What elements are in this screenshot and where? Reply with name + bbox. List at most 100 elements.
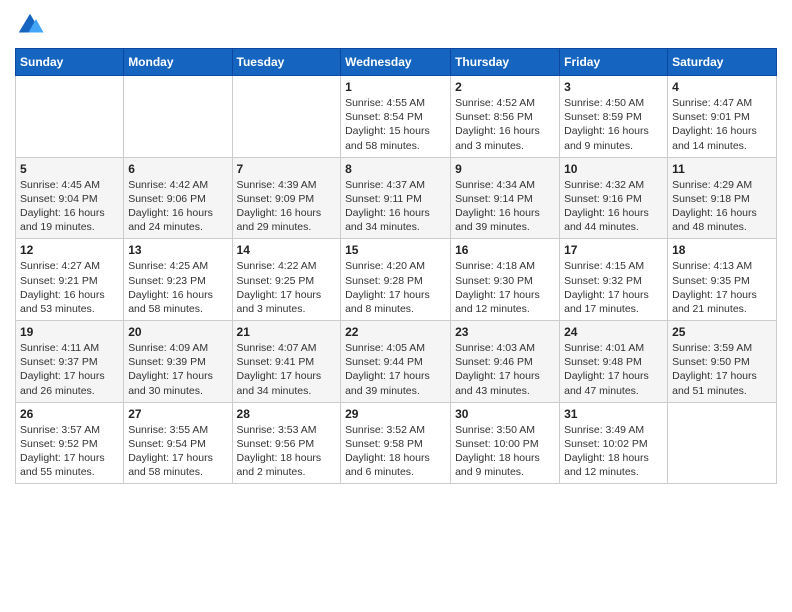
day-info: Sunrise: 3:55 AM Sunset: 9:54 PM Dayligh… bbox=[128, 423, 227, 480]
day-info: Sunrise: 4:27 AM Sunset: 9:21 PM Dayligh… bbox=[20, 259, 119, 316]
calendar-cell: 12 Sunrise: 4:27 AM Sunset: 9:21 PM Dayli… bbox=[16, 239, 124, 321]
weekday-header-sunday: Sunday bbox=[16, 49, 124, 76]
day-number: 28 bbox=[237, 407, 337, 421]
calendar-week-row: 12 Sunrise: 4:27 AM Sunset: 9:21 PM Dayli… bbox=[16, 239, 777, 321]
weekday-header-row: SundayMondayTuesdayWednesdayThursdayFrid… bbox=[16, 49, 777, 76]
day-number: 2 bbox=[455, 80, 555, 94]
day-number: 18 bbox=[672, 243, 772, 257]
calendar-cell: 2 Sunrise: 4:52 AM Sunset: 8:56 PM Daylig… bbox=[451, 76, 560, 158]
calendar-cell bbox=[16, 76, 124, 158]
calendar-cell: 25 Sunrise: 3:59 AM Sunset: 9:50 PM Dayli… bbox=[668, 321, 777, 403]
calendar-cell: 18 Sunrise: 4:13 AM Sunset: 9:35 PM Dayli… bbox=[668, 239, 777, 321]
weekday-header-thursday: Thursday bbox=[451, 49, 560, 76]
day-info: Sunrise: 3:49 AM Sunset: 10:02 PM Daylig… bbox=[564, 423, 663, 480]
day-number: 10 bbox=[564, 162, 663, 176]
day-info: Sunrise: 4:55 AM Sunset: 8:54 PM Dayligh… bbox=[345, 96, 446, 153]
calendar-cell bbox=[124, 76, 232, 158]
calendar-week-row: 26 Sunrise: 3:57 AM Sunset: 9:52 PM Dayli… bbox=[16, 402, 777, 484]
calendar-week-row: 1Sunrise: 4:55 AM Sunset: 8:54 PM Daylig… bbox=[16, 76, 777, 158]
day-info: Sunrise: 4:50 AM Sunset: 8:59 PM Dayligh… bbox=[564, 96, 663, 153]
day-number: 16 bbox=[455, 243, 555, 257]
calendar-cell: 20 Sunrise: 4:09 AM Sunset: 9:39 PM Dayli… bbox=[124, 321, 232, 403]
day-info: Sunrise: 3:53 AM Sunset: 9:56 PM Dayligh… bbox=[237, 423, 337, 480]
day-info: Sunrise: 4:20 AM Sunset: 9:28 PM Dayligh… bbox=[345, 259, 446, 316]
day-number: 17 bbox=[564, 243, 663, 257]
day-info: Sunrise: 4:07 AM Sunset: 9:41 PM Dayligh… bbox=[237, 341, 337, 398]
calendar-header: SundayMondayTuesdayWednesdayThursdayFrid… bbox=[16, 49, 777, 76]
calendar-cell: 6 Sunrise: 4:42 AM Sunset: 9:06 PM Daylig… bbox=[124, 157, 232, 239]
day-info: Sunrise: 4:42 AM Sunset: 9:06 PM Dayligh… bbox=[128, 178, 227, 235]
day-info: Sunrise: 3:57 AM Sunset: 9:52 PM Dayligh… bbox=[20, 423, 119, 480]
calendar-week-row: 5 Sunrise: 4:45 AM Sunset: 9:04 PM Daylig… bbox=[16, 157, 777, 239]
day-info: Sunrise: 4:45 AM Sunset: 9:04 PM Dayligh… bbox=[20, 178, 119, 235]
calendar-cell: 13 Sunrise: 4:25 AM Sunset: 9:23 PM Dayli… bbox=[124, 239, 232, 321]
day-number: 19 bbox=[20, 325, 119, 339]
calendar-cell: 24Sunrise: 4:01 AM Sunset: 9:48 PM Dayli… bbox=[560, 321, 668, 403]
calendar-cell: 15 Sunrise: 4:20 AM Sunset: 9:28 PM Dayli… bbox=[341, 239, 451, 321]
day-number: 8 bbox=[345, 162, 446, 176]
logo-icon bbox=[15, 10, 45, 40]
day-number: 25 bbox=[672, 325, 772, 339]
day-info: Sunrise: 4:37 AM Sunset: 9:11 PM Dayligh… bbox=[345, 178, 446, 235]
calendar-cell bbox=[232, 76, 341, 158]
day-info: Sunrise: 4:05 AM Sunset: 9:44 PM Dayligh… bbox=[345, 341, 446, 398]
day-info: Sunrise: 4:47 AM Sunset: 9:01 PM Dayligh… bbox=[672, 96, 772, 153]
day-info: Sunrise: 3:59 AM Sunset: 9:50 PM Dayligh… bbox=[672, 341, 772, 398]
calendar-cell: 7 Sunrise: 4:39 AM Sunset: 9:09 PM Daylig… bbox=[232, 157, 341, 239]
calendar-cell: 17 Sunrise: 4:15 AM Sunset: 9:32 PM Dayli… bbox=[560, 239, 668, 321]
day-number: 29 bbox=[345, 407, 446, 421]
day-number: 6 bbox=[128, 162, 227, 176]
day-info: Sunrise: 4:13 AM Sunset: 9:35 PM Dayligh… bbox=[672, 259, 772, 316]
weekday-header-saturday: Saturday bbox=[668, 49, 777, 76]
weekday-header-friday: Friday bbox=[560, 49, 668, 76]
day-number: 12 bbox=[20, 243, 119, 257]
day-number: 7 bbox=[237, 162, 337, 176]
day-number: 11 bbox=[672, 162, 772, 176]
calendar-cell: 22Sunrise: 4:05 AM Sunset: 9:44 PM Dayli… bbox=[341, 321, 451, 403]
calendar-cell: 10 Sunrise: 4:32 AM Sunset: 9:16 PM Dayli… bbox=[560, 157, 668, 239]
calendar-cell: 29 Sunrise: 3:52 AM Sunset: 9:58 PM Dayli… bbox=[341, 402, 451, 484]
logo bbox=[15, 10, 49, 40]
day-number: 31 bbox=[564, 407, 663, 421]
day-number: 20 bbox=[128, 325, 227, 339]
day-number: 15 bbox=[345, 243, 446, 257]
calendar-cell: 26 Sunrise: 3:57 AM Sunset: 9:52 PM Dayli… bbox=[16, 402, 124, 484]
calendar-body: 1Sunrise: 4:55 AM Sunset: 8:54 PM Daylig… bbox=[16, 76, 777, 484]
day-info: Sunrise: 4:09 AM Sunset: 9:39 PM Dayligh… bbox=[128, 341, 227, 398]
day-number: 4 bbox=[672, 80, 772, 94]
calendar-cell: 1Sunrise: 4:55 AM Sunset: 8:54 PM Daylig… bbox=[341, 76, 451, 158]
header bbox=[15, 10, 777, 40]
weekday-header-monday: Monday bbox=[124, 49, 232, 76]
calendar-cell: 31 Sunrise: 3:49 AM Sunset: 10:02 PM Dayl… bbox=[560, 402, 668, 484]
day-number: 13 bbox=[128, 243, 227, 257]
day-info: Sunrise: 4:29 AM Sunset: 9:18 PM Dayligh… bbox=[672, 178, 772, 235]
day-number: 24 bbox=[564, 325, 663, 339]
day-info: Sunrise: 4:34 AM Sunset: 9:14 PM Dayligh… bbox=[455, 178, 555, 235]
day-info: Sunrise: 4:11 AM Sunset: 9:37 PM Dayligh… bbox=[20, 341, 119, 398]
calendar-cell: 9 Sunrise: 4:34 AM Sunset: 9:14 PM Daylig… bbox=[451, 157, 560, 239]
day-number: 9 bbox=[455, 162, 555, 176]
calendar-cell: 19 Sunrise: 4:11 AM Sunset: 9:37 PM Dayli… bbox=[16, 321, 124, 403]
day-info: Sunrise: 4:32 AM Sunset: 9:16 PM Dayligh… bbox=[564, 178, 663, 235]
calendar-cell: 4 Sunrise: 4:47 AM Sunset: 9:01 PM Daylig… bbox=[668, 76, 777, 158]
day-number: 21 bbox=[237, 325, 337, 339]
calendar-cell: 11 Sunrise: 4:29 AM Sunset: 9:18 PM Dayli… bbox=[668, 157, 777, 239]
day-number: 23 bbox=[455, 325, 555, 339]
calendar-cell: 5 Sunrise: 4:45 AM Sunset: 9:04 PM Daylig… bbox=[16, 157, 124, 239]
day-number: 27 bbox=[128, 407, 227, 421]
day-info: Sunrise: 4:22 AM Sunset: 9:25 PM Dayligh… bbox=[237, 259, 337, 316]
day-number: 5 bbox=[20, 162, 119, 176]
day-info: Sunrise: 4:15 AM Sunset: 9:32 PM Dayligh… bbox=[564, 259, 663, 316]
day-info: Sunrise: 4:52 AM Sunset: 8:56 PM Dayligh… bbox=[455, 96, 555, 153]
day-info: Sunrise: 3:50 AM Sunset: 10:00 PM Daylig… bbox=[455, 423, 555, 480]
weekday-header-tuesday: Tuesday bbox=[232, 49, 341, 76]
day-number: 14 bbox=[237, 243, 337, 257]
day-info: Sunrise: 3:52 AM Sunset: 9:58 PM Dayligh… bbox=[345, 423, 446, 480]
calendar-cell bbox=[668, 402, 777, 484]
calendar-table: SundayMondayTuesdayWednesdayThursdayFrid… bbox=[15, 48, 777, 484]
day-info: Sunrise: 4:25 AM Sunset: 9:23 PM Dayligh… bbox=[128, 259, 227, 316]
day-info: Sunrise: 4:39 AM Sunset: 9:09 PM Dayligh… bbox=[237, 178, 337, 235]
day-number: 26 bbox=[20, 407, 119, 421]
page: SundayMondayTuesdayWednesdayThursdayFrid… bbox=[0, 0, 792, 612]
calendar-week-row: 19 Sunrise: 4:11 AM Sunset: 9:37 PM Dayli… bbox=[16, 321, 777, 403]
